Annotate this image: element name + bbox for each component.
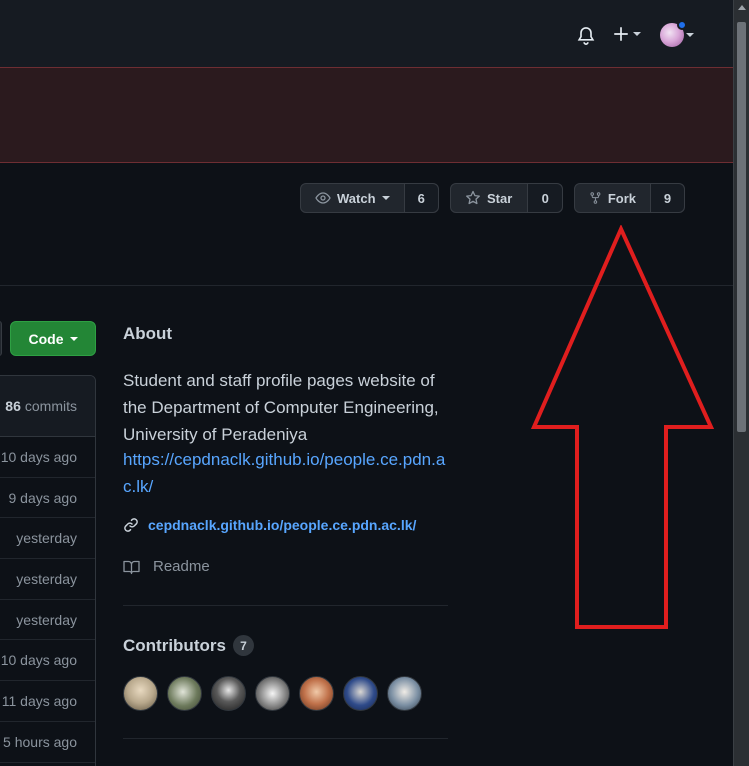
contributors-avatars — [123, 676, 422, 711]
scrollbar-thumb[interactable] — [737, 22, 746, 432]
chevron-down-icon — [69, 336, 78, 341]
commits-header[interactable]: 86 commits — [0, 376, 95, 437]
file-row: 11 days ago — [0, 681, 95, 722]
fork-button[interactable]: Fork 9 — [574, 183, 685, 213]
sidebar-divider — [123, 738, 448, 739]
sidebar-divider — [123, 605, 448, 606]
contributor-avatar[interactable] — [343, 676, 378, 711]
file-age: yesterday — [16, 570, 77, 587]
file-row: yesterday — [0, 600, 95, 641]
bell-icon[interactable] — [576, 26, 596, 46]
file-list: 86 commits 10 days ago 9 days ago yester… — [0, 375, 96, 766]
file-row: yesterday — [0, 559, 95, 600]
commits-label: commits — [24, 398, 77, 414]
file-row: 10 days ago — [0, 640, 95, 682]
top-header — [0, 0, 733, 67]
website-link[interactable]: cepdnaclk.github.io/people.ce.pdn.ac.lk/ — [123, 517, 416, 533]
about-description: Student and staff profile pages website … — [123, 371, 439, 444]
star-icon — [466, 190, 480, 205]
watch-label: Watch — [337, 190, 376, 206]
contributor-avatar[interactable] — [255, 676, 290, 711]
contributors-label: Contributors — [123, 635, 226, 655]
file-age: 10 days ago — [0, 448, 77, 465]
eye-icon — [315, 192, 331, 204]
file-row: yesterday — [0, 518, 95, 560]
plus-icon — [614, 27, 628, 41]
repo-forked-icon — [590, 192, 601, 204]
user-avatar — [660, 20, 687, 47]
star-main[interactable]: Star — [451, 184, 529, 212]
watch-main[interactable]: Watch — [301, 184, 405, 212]
contributors-heading[interactable]: Contributors 7 — [123, 635, 254, 656]
create-new-menu[interactable] — [612, 25, 641, 43]
go-to-file-button[interactable] — [0, 321, 2, 356]
contributor-avatar[interactable] — [211, 676, 246, 711]
file-age: 5 hours ago — [3, 733, 77, 750]
commit-count: 86 — [5, 398, 21, 414]
notification-dot — [677, 20, 687, 30]
star-label: Star — [487, 190, 513, 206]
scroll-up-arrow-icon[interactable] — [738, 5, 746, 10]
file-age: yesterday — [16, 530, 77, 547]
chevron-down-icon — [633, 32, 641, 36]
watch-count[interactable]: 6 — [404, 184, 438, 212]
file-age: 11 days ago — [1, 692, 77, 709]
contributor-avatar[interactable] — [123, 676, 158, 711]
vertical-scrollbar[interactable] — [733, 0, 749, 766]
red-up-arrow-annotation — [530, 225, 715, 629]
file-age: yesterday — [16, 611, 77, 628]
fork-label: Fork — [607, 190, 636, 206]
readme-link[interactable]: Readme — [123, 558, 210, 575]
chevron-down-icon — [686, 33, 694, 37]
fork-count[interactable]: 9 — [651, 184, 684, 212]
contributor-avatar[interactable] — [167, 676, 202, 711]
contributor-avatar[interactable] — [387, 676, 422, 711]
chevron-down-icon — [381, 196, 390, 200]
contributor-avatar[interactable] — [299, 676, 334, 711]
file-age: 10 days ago — [0, 652, 77, 669]
code-button-label: Code — [28, 330, 64, 347]
alert-banner — [0, 67, 733, 163]
file-row: 9 days ago — [0, 478, 95, 519]
code-button[interactable]: Code — [10, 321, 96, 356]
link-icon — [124, 518, 138, 532]
about-heading: About — [123, 324, 173, 343]
contributors-count: 7 — [232, 635, 254, 656]
watch-button[interactable]: Watch 6 — [300, 183, 439, 213]
star-count[interactable]: 0 — [528, 184, 562, 212]
about-url-link[interactable]: https://cepdnaclk.github.io/people.ce.pd… — [123, 446, 453, 500]
file-row: 5 hours ago — [0, 722, 95, 763]
readme-label: Readme — [153, 558, 210, 575]
star-button[interactable]: Star 0 — [450, 183, 563, 213]
fork-main[interactable]: Fork — [575, 184, 651, 212]
file-row: 10 days ago — [0, 437, 95, 478]
user-menu[interactable] — [660, 20, 694, 47]
book-icon — [123, 560, 140, 574]
website-link-text: cepdnaclk.github.io/people.ce.pdn.ac.lk/ — [148, 517, 417, 533]
file-age: 9 days ago — [8, 489, 78, 506]
